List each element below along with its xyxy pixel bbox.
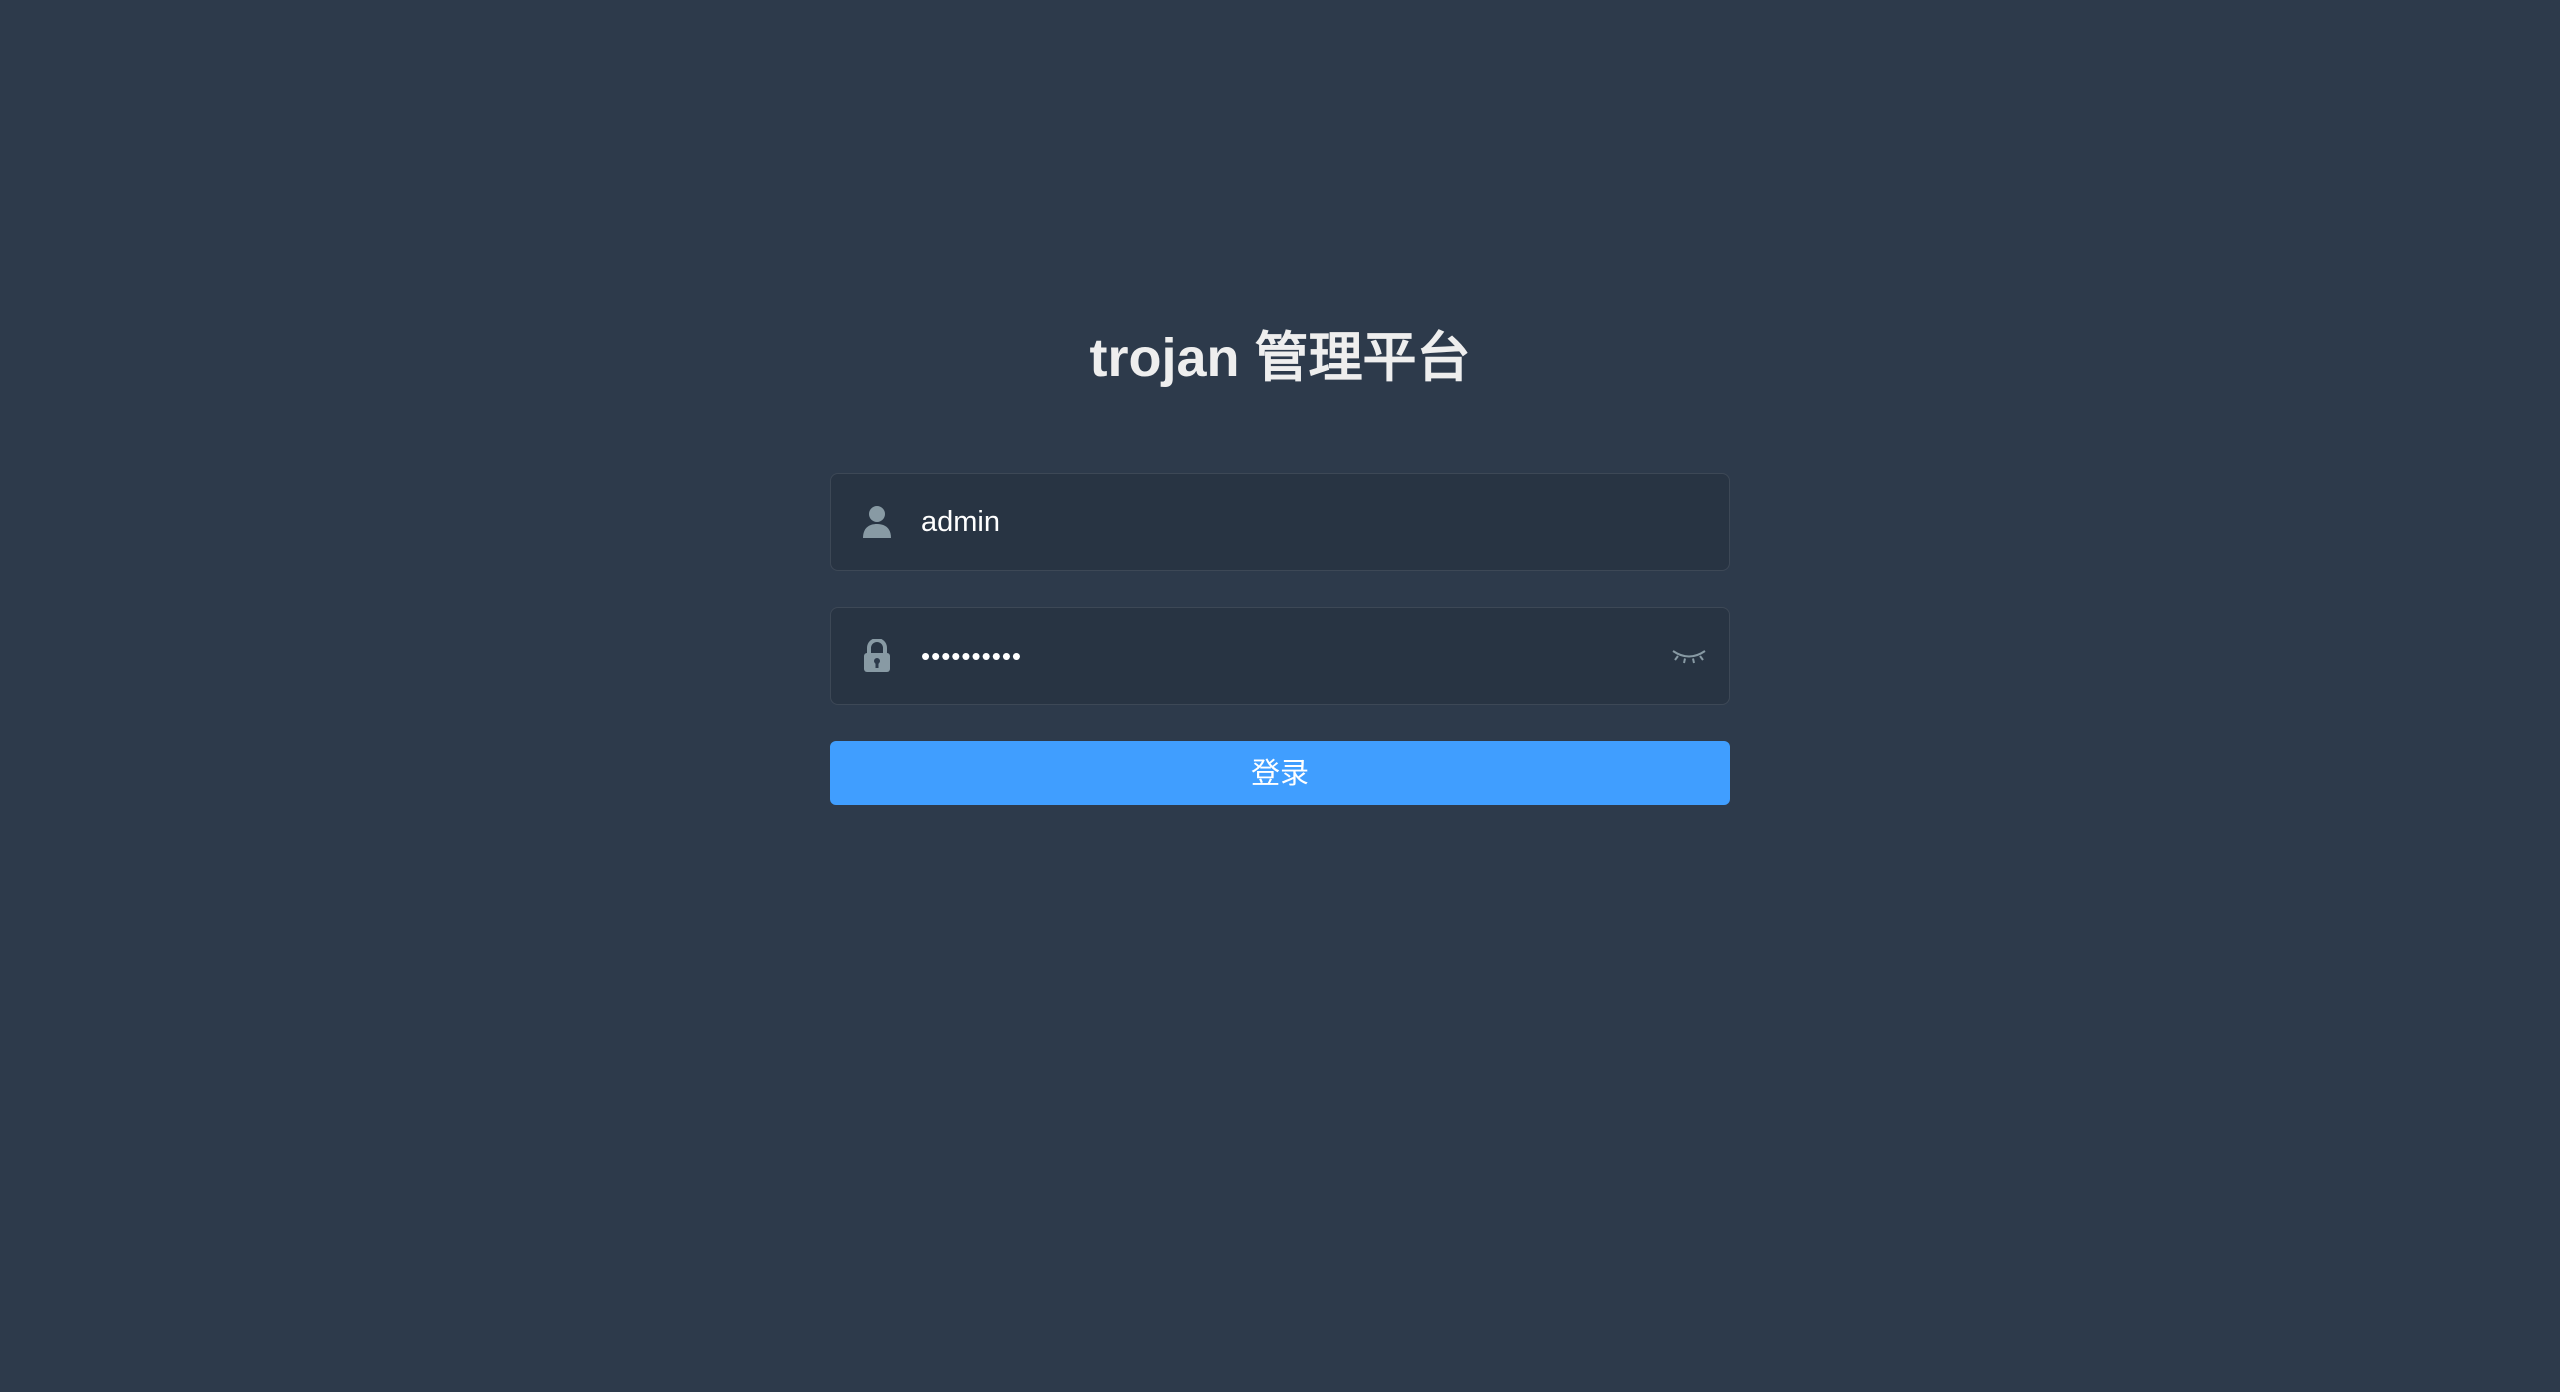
eye-closed-icon[interactable] bbox=[1669, 638, 1709, 674]
password-input[interactable] bbox=[921, 608, 1641, 704]
page-title: trojan 管理平台 bbox=[1089, 328, 1471, 388]
username-input[interactable] bbox=[921, 474, 1641, 570]
username-field[interactable] bbox=[830, 473, 1730, 571]
login-page: trojan 管理平台 admin •••••••••• 登录 bbox=[0, 0, 2560, 1392]
password-field[interactable] bbox=[830, 607, 1730, 705]
lock-icon bbox=[859, 638, 895, 674]
user-icon bbox=[859, 504, 895, 540]
login-button[interactable]: 登录 bbox=[830, 741, 1730, 805]
